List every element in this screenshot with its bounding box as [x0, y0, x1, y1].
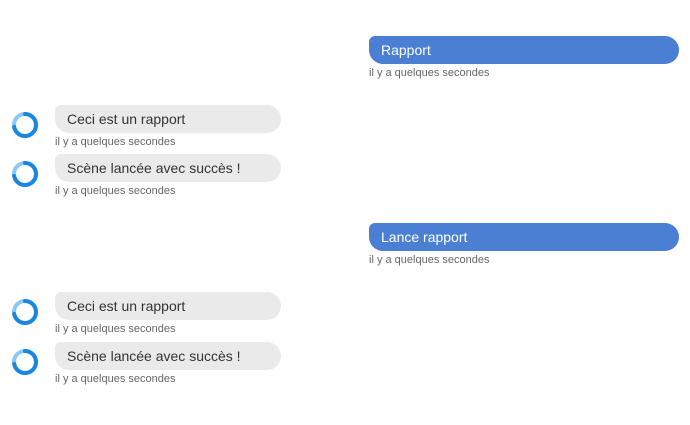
user-message: Lance rapport il y a quelques secondes [369, 223, 679, 266]
bot-avatar-icon [11, 111, 39, 139]
bot-message-bubble: Ceci est un rapport [55, 105, 281, 133]
message-timestamp: il y a quelques secondes [369, 254, 490, 266]
user-message-bubble: Lance rapport [369, 223, 679, 251]
message-timestamp: il y a quelques secondes [55, 373, 176, 385]
bot-message: Scène lancée avec succès ! il y a quelqu… [55, 154, 281, 197]
bot-avatar-icon [11, 348, 39, 376]
message-timestamp: il y a quelques secondes [369, 67, 490, 79]
user-message: Rapport il y a quelques secondes [369, 36, 679, 79]
user-message-bubble: Rapport [369, 36, 679, 64]
bot-message: Scène lancée avec succès ! il y a quelqu… [55, 342, 281, 385]
bot-message-bubble: Scène lancée avec succès ! [55, 154, 281, 182]
bot-message: Ceci est un rapport il y a quelques seco… [55, 105, 281, 148]
bot-message-bubble: Scène lancée avec succès ! [55, 342, 281, 370]
bot-avatar-icon [11, 298, 39, 326]
chat-transcript: Rapport il y a quelques secondes Ceci es… [0, 0, 690, 425]
bot-avatar-icon [11, 160, 39, 188]
message-timestamp: il y a quelques secondes [55, 185, 176, 197]
message-timestamp: il y a quelques secondes [55, 323, 176, 335]
bot-message-bubble: Ceci est un rapport [55, 292, 281, 320]
message-timestamp: il y a quelques secondes [55, 136, 176, 148]
bot-message: Ceci est un rapport il y a quelques seco… [55, 292, 281, 335]
